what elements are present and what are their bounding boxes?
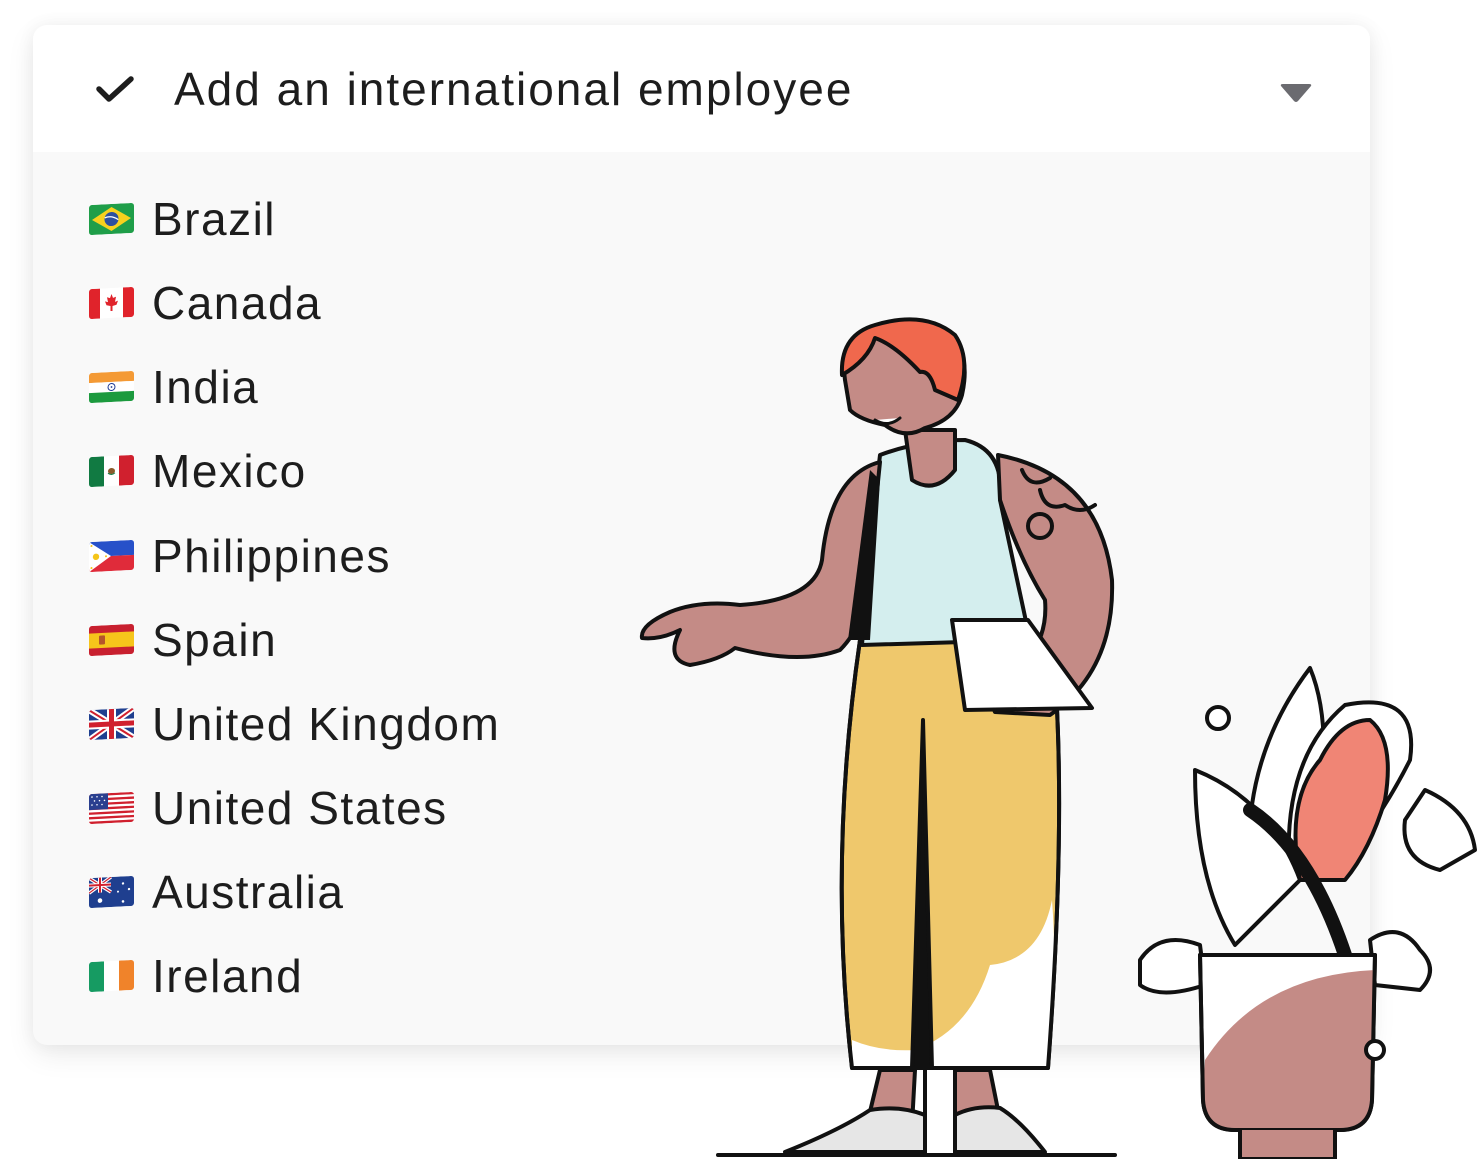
flag-mexico-icon [89, 454, 134, 488]
country-option-united-kingdom[interactable]: United Kingdom [89, 694, 500, 754]
country-option-label: Ireland [152, 950, 304, 1002]
country-option-label: Philippines [152, 530, 391, 582]
country-option-label: United States [152, 782, 448, 834]
country-option-canada[interactable]: Canada [89, 273, 322, 333]
country-dropdown: Add an international employee Brazil Can… [33, 25, 1370, 1045]
country-option-united-states[interactable]: United States [89, 778, 448, 838]
country-option-india[interactable]: India [89, 357, 259, 417]
flag-uk-icon [89, 707, 134, 741]
flag-philippines-icon [89, 539, 134, 573]
flag-us-icon [89, 791, 134, 825]
country-option-philippines[interactable]: Philippines [89, 526, 391, 586]
country-option-mexico[interactable]: Mexico [89, 441, 307, 501]
country-option-ireland[interactable]: Ireland [89, 946, 303, 1006]
country-option-label: Mexico [152, 445, 307, 497]
country-option-label: Australia [152, 866, 345, 918]
dropdown-header[interactable]: Add an international employee [33, 25, 1370, 152]
flag-brazil-icon [89, 202, 134, 236]
country-option-brazil[interactable]: Brazil [89, 189, 276, 249]
flag-spain-icon [89, 623, 134, 657]
country-option-spain[interactable]: Spain [89, 610, 277, 670]
flag-canada-icon [89, 286, 134, 320]
flag-ireland-icon [89, 959, 134, 993]
country-option-label: United Kingdom [152, 698, 501, 750]
country-option-label: Spain [152, 614, 278, 666]
country-option-australia[interactable]: Australia [89, 862, 344, 922]
country-option-label: Canada [152, 277, 323, 329]
country-option-label: Brazil [152, 193, 277, 245]
country-option-label: India [152, 361, 260, 413]
dropdown-selected-label: Add an international employee [174, 63, 854, 115]
flag-australia-icon [89, 875, 134, 909]
flag-india-icon [89, 370, 134, 404]
caret-down-icon[interactable] [1279, 83, 1313, 105]
check-icon [96, 76, 134, 102]
